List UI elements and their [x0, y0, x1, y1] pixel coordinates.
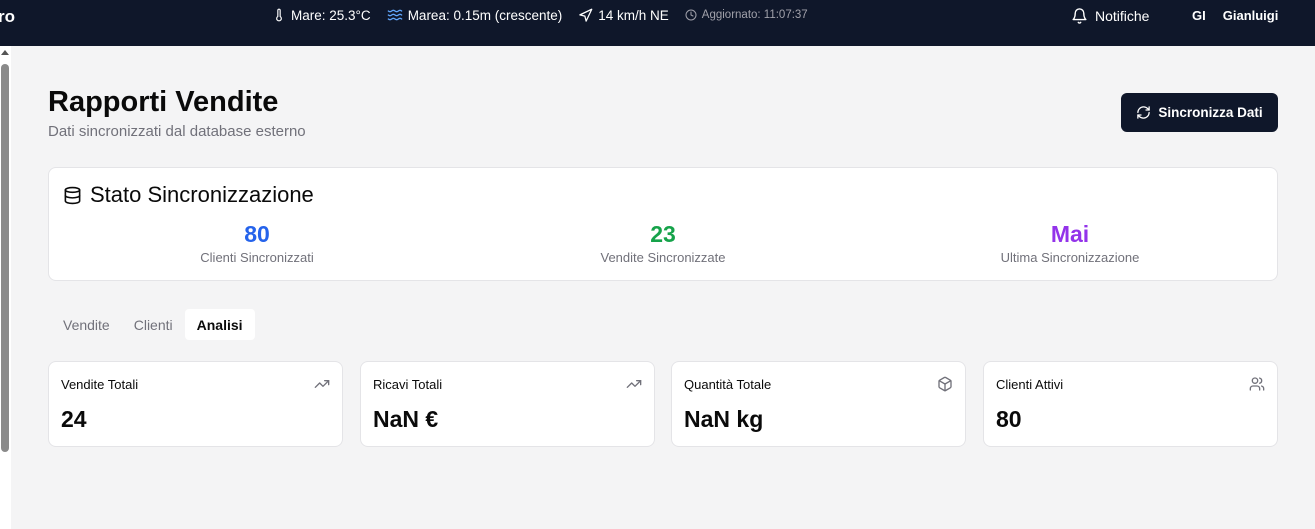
sync-button-label: Sincronizza Dati: [1158, 105, 1263, 120]
stat-synced-sales: 23 Vendite Sincronizzate: [553, 220, 773, 265]
sea-temperature: Mare: 25.3°C: [272, 7, 371, 23]
kpi-card-total-revenue: Ricavi Totali NaN €: [360, 361, 655, 447]
kpi-label: Clienti Attivi: [996, 377, 1064, 392]
clock-icon: [685, 9, 697, 21]
tab-analisi[interactable]: Analisi: [184, 309, 255, 340]
top-bar: ro Mare: 25.3°C Marea: 0.15m (crescente)…: [0, 0, 1315, 46]
database-icon: [64, 186, 81, 204]
kpi-card-total-quantity: Quantità Totale NaN kg: [671, 361, 966, 447]
avatar: GI: [1192, 8, 1206, 23]
stat-value: 80: [244, 221, 270, 247]
report-tabs: Vendite Clienti Analisi: [48, 307, 255, 342]
stat-value: 23: [650, 221, 676, 247]
stat-value: Mai: [1050, 221, 1090, 247]
scrollbar-thumb[interactable]: [1, 64, 9, 452]
kpi-label: Quantità Totale: [684, 377, 772, 392]
stat-synced-clients: 80 Clienti Sincronizzati: [147, 220, 367, 265]
tab-clienti[interactable]: Clienti: [122, 309, 185, 340]
sync-status-title: Stato Sincronizzazione: [90, 182, 314, 207]
stat-last-sync: Mai Ultima Sincronizzazione: [960, 220, 1180, 265]
last-updated-text: Aggiornato: 11:07:37: [701, 9, 808, 21]
stat-label: Vendite Sincronizzate: [600, 250, 726, 265]
navigation-icon: [579, 8, 593, 22]
tide-text: Marea: 0.15m (crescente): [407, 7, 563, 23]
thermometer-icon: [276, 8, 282, 22]
kpi-value: NaN €: [373, 406, 439, 432]
trending-up-icon: [314, 380, 330, 388]
sea-temperature-text: Mare: 25.3°C: [291, 7, 371, 23]
user-menu[interactable]: GI Gianluigi: [1192, 8, 1278, 23]
kpi-label: Vendite Totali: [61, 377, 139, 392]
kpi-label: Ricavi Totali: [373, 377, 443, 392]
page-title: Rapporti Vendite: [48, 86, 279, 118]
sync-data-button[interactable]: Sincronizza Dati: [1121, 93, 1278, 132]
bell-icon: [1072, 8, 1087, 24]
wind-text: 14 km/h NE: [598, 7, 669, 23]
package-icon: [938, 376, 952, 392]
wind-info: 14 km/h NE: [578, 8, 669, 23]
sync-status-header: Stato Sincronizzazione: [63, 182, 314, 208]
kpi-card-active-clients: Clienti Attivi 80: [983, 361, 1278, 447]
page-subtitle: Dati sincronizzati dal database esterno: [48, 123, 306, 140]
kpi-card-total-sales: Vendite Totali 24: [48, 361, 343, 447]
tab-vendite[interactable]: Vendite: [51, 309, 122, 340]
notifications-button[interactable]: Notifiche: [1071, 7, 1149, 25]
sync-status-card: Stato Sincronizzazione 80 Clienti Sincro…: [48, 167, 1278, 281]
notifications-label: Notifiche: [1095, 8, 1150, 24]
stat-label: Ultima Sincronizzazione: [1000, 250, 1140, 265]
kpi-value: 80: [996, 406, 1022, 432]
weather-strip: Mare: 25.3°C Marea: 0.15m (crescente) 14…: [272, 7, 824, 23]
refresh-icon: [1137, 106, 1151, 119]
users-icon: [1249, 377, 1265, 391]
trending-up-icon: [626, 380, 642, 388]
stat-label: Clienti Sincronizzati: [200, 250, 314, 265]
scroll-up-arrow[interactable]: [1, 50, 9, 55]
kpi-value: NaN kg: [684, 406, 764, 432]
user-name: Gianluigi: [1222, 8, 1279, 23]
last-updated: Aggiornato: 11:07:37: [685, 9, 808, 21]
kpi-value: 24: [61, 406, 87, 432]
waves-icon: [387, 9, 403, 21]
tide-info: Marea: 0.15m (crescente): [387, 7, 563, 23]
app-brand[interactable]: ro: [0, 7, 15, 27]
